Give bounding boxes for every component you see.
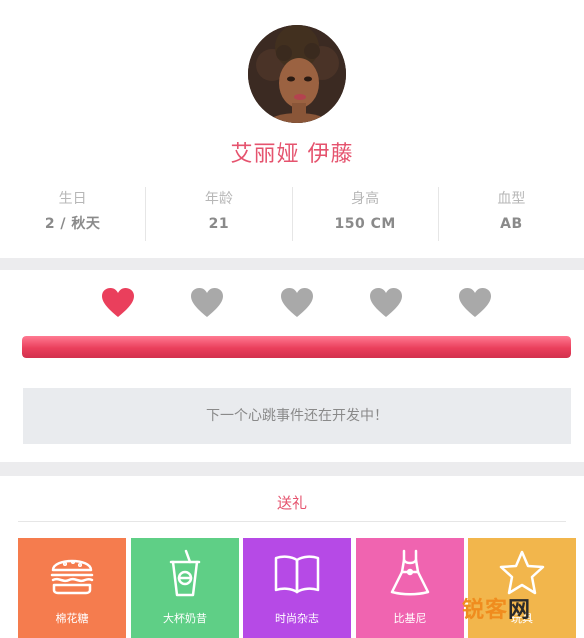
- stat-height: 身高 150 CM: [293, 187, 439, 241]
- gift-label: 棉花糖: [55, 612, 89, 625]
- gift-label: 大杯奶昔: [163, 612, 207, 625]
- avatar-portrait: [248, 25, 346, 123]
- heart-icon: [102, 288, 134, 317]
- stat-label: 生日: [58, 191, 87, 207]
- stat-value: 150 CM: [334, 216, 396, 232]
- affection-progress-fill: [22, 336, 571, 358]
- avatar: [248, 25, 346, 123]
- gift-item-marshmallow[interactable]: 棉花糖: [18, 538, 126, 638]
- dress-icon: [390, 549, 430, 596]
- gift-label: 时尚杂志: [275, 612, 319, 625]
- stat-label: 年龄: [204, 191, 233, 207]
- milkshake-icon: [169, 549, 201, 597]
- gift-divider: [18, 521, 566, 522]
- site-watermark: 锐客网: [462, 592, 531, 624]
- heart-icon: [370, 288, 402, 317]
- heart-icon: [191, 288, 223, 317]
- gift-section-title: 送礼: [276, 494, 307, 512]
- burger-icon: [50, 559, 94, 595]
- stat-label: 身高: [351, 191, 380, 207]
- gift-item-magazine[interactable]: 时尚杂志: [243, 538, 351, 638]
- magazine-icon: [274, 555, 320, 594]
- heart-icon: [459, 288, 491, 317]
- affection-hearts: [0, 287, 584, 321]
- stat-label: 血型: [497, 191, 526, 207]
- stat-blood-type: 血型 AB: [439, 187, 584, 241]
- stat-age: 年龄 21: [146, 187, 293, 241]
- stat-value: 21: [208, 216, 230, 232]
- character-name: 艾丽娅 伊藤: [230, 142, 354, 167]
- stat-value: AB: [500, 216, 523, 232]
- watermark-part: 网: [508, 598, 532, 623]
- gift-label: 比基尼: [393, 612, 427, 625]
- stat-value: 2 / 秋天: [44, 216, 101, 232]
- heart-icon: [281, 288, 313, 317]
- heart-event-notice: 下一个心跳事件还在开发中！: [23, 388, 571, 444]
- star-icon: [499, 550, 545, 595]
- stat-birthday: 生日 2 / 秋天: [0, 187, 147, 241]
- gift-item-bikini[interactable]: 比基尼: [356, 538, 464, 638]
- gift-item-milkshake[interactable]: 大杯奶昔: [131, 538, 239, 638]
- profile-stats: 生日 2 / 秋天 年龄 21 身高 150 CM 血型 AB: [0, 187, 584, 241]
- watermark-part: 锐客: [462, 598, 509, 623]
- affection-progress-bar: [22, 336, 571, 358]
